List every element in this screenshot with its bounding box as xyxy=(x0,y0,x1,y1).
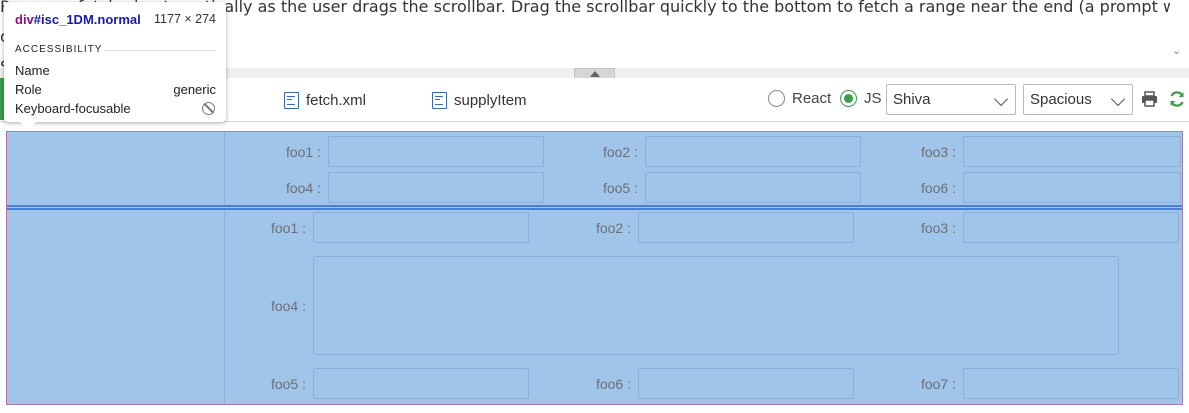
radio-circle-icon xyxy=(768,90,785,107)
foo2-field[interactable] xyxy=(638,212,854,243)
tooltip-name-label: Name xyxy=(15,63,50,78)
chevron-down-icon[interactable]: ⌄ xyxy=(1172,44,1181,57)
select-value: Spacious xyxy=(1030,91,1092,108)
foo6-field[interactable] xyxy=(963,172,1181,203)
inspect-tooltip: div#isc_1DM.normal 1177 × 274 ACCESSIBIL… xyxy=(4,2,226,130)
radio-label: React xyxy=(792,90,832,107)
field-label-foo7: foo7 : xyxy=(920,376,956,392)
radio-checked-icon xyxy=(840,90,857,107)
foo2-field[interactable] xyxy=(645,136,861,167)
print-icon[interactable] xyxy=(1141,91,1158,107)
foo1-field[interactable] xyxy=(313,212,529,243)
field-label-foo5: foo5 : xyxy=(602,180,638,196)
field-label-foo6: foo6 : xyxy=(920,180,956,196)
radio-js[interactable]: JS xyxy=(840,90,882,107)
field-label-foo3: foo3 : xyxy=(920,220,956,236)
form-row-1: foo1 : foo2 : foo3 : foo4 : foo5 : foo6 … xyxy=(7,132,1182,206)
tooltip-divider xyxy=(104,50,216,51)
select-value: Shiva xyxy=(893,91,931,108)
density-select[interactable]: Spacious xyxy=(1023,84,1133,115)
radio-label: JS xyxy=(864,90,882,107)
refresh-icon[interactable] xyxy=(1168,90,1186,108)
foo5-field[interactable] xyxy=(313,368,529,399)
field-label-foo4: foo4 : xyxy=(270,298,306,314)
field-label-foo6: foo6 : xyxy=(595,376,631,392)
skin-select[interactable]: Shiva xyxy=(886,84,1016,115)
file-tab-supplyitem[interactable]: supplyItem xyxy=(432,89,527,111)
foo4-textarea[interactable] xyxy=(313,256,1119,355)
foo7-field[interactable] xyxy=(963,368,1179,399)
chevron-down-icon xyxy=(1110,91,1126,107)
tooltip-role-value: generic xyxy=(173,82,216,97)
row-left-cell xyxy=(7,132,225,206)
foo3-field[interactable] xyxy=(963,136,1181,167)
foo6-field[interactable] xyxy=(638,368,854,399)
file-tab-label: fetch.xml xyxy=(306,91,367,109)
foo5-field[interactable] xyxy=(645,172,861,203)
foo1-field[interactable] xyxy=(328,136,544,167)
tooltip-role-label: Role xyxy=(15,82,42,97)
field-label-foo1: foo1 : xyxy=(270,220,306,236)
file-tab-label: supplyItem xyxy=(454,91,527,109)
field-label-foo2: foo2 : xyxy=(595,220,631,236)
tooltip-section-heading: ACCESSIBILITY xyxy=(15,44,103,55)
tooltip-id: #isc_1DM.normal xyxy=(33,12,141,27)
field-label-foo1: foo1 : xyxy=(285,144,321,160)
foo4-field[interactable] xyxy=(328,172,544,203)
row-divider xyxy=(7,205,1182,207)
tooltip-focusable-label: Keyboard-focusable xyxy=(15,101,131,116)
tooltip-element-name: div#isc_1DM.normal xyxy=(15,12,141,27)
tooltip-tag: div xyxy=(15,12,34,27)
not-allowed-icon xyxy=(202,102,215,115)
foo3-field[interactable] xyxy=(963,212,1179,243)
field-label-foo3: foo3 : xyxy=(920,144,956,160)
chevron-down-icon xyxy=(993,91,1009,107)
field-label-foo2: foo2 : xyxy=(602,144,638,160)
field-label-foo5: foo5 : xyxy=(270,376,306,392)
tooltip-size: 1177 × 274 xyxy=(154,12,216,26)
file-tab-fetch-xml[interactable]: fetch.xml xyxy=(284,89,366,111)
file-icon xyxy=(284,91,299,109)
form-row-2: foo1 : foo2 : foo3 : foo4 : foo5 : foo6 … xyxy=(7,208,1182,404)
field-label-foo4: foo4 : xyxy=(285,180,321,196)
file-icon xyxy=(432,91,447,109)
radio-react[interactable]: React xyxy=(768,90,831,107)
page: Rows are fetched automatically as the us… xyxy=(0,0,1189,413)
row-left-cell xyxy=(7,210,225,404)
